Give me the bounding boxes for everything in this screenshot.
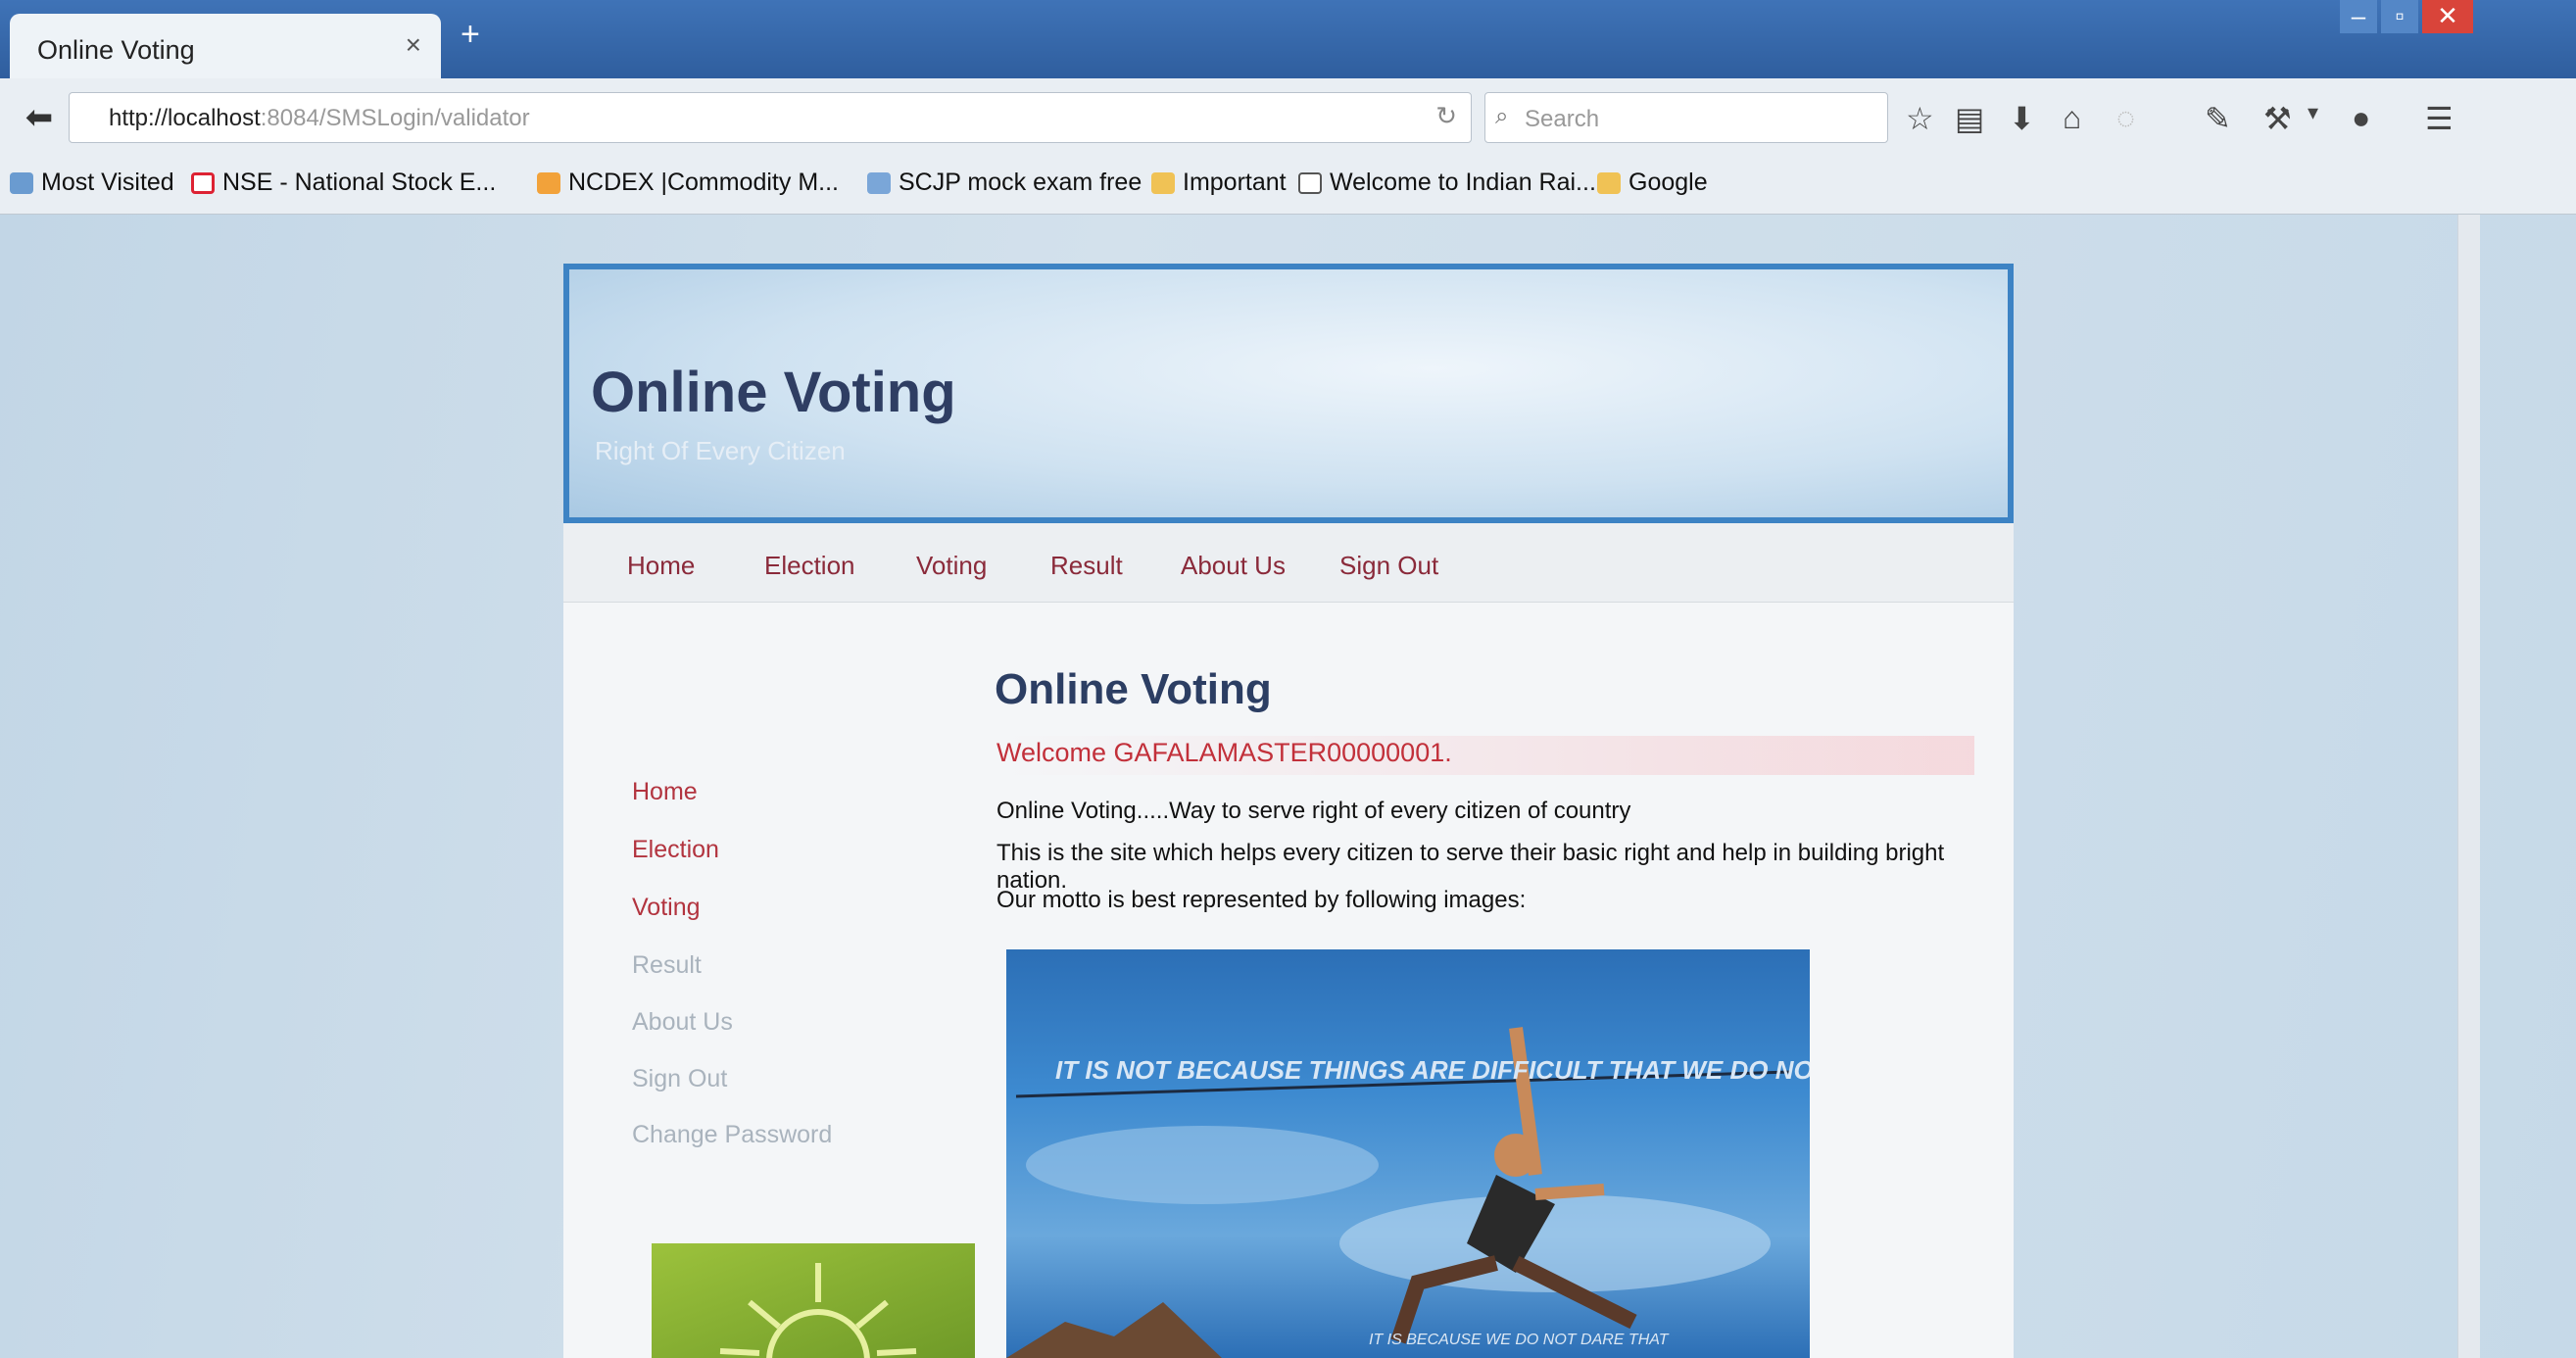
menu-result[interactable]: Result <box>1050 551 1123 581</box>
search-placeholder: Search <box>1525 106 1600 132</box>
bookmark-indian-rail[interactable]: Welcome to Indian Rai... <box>1298 169 1596 197</box>
menu-sign-out[interactable]: Sign Out <box>1339 551 1438 581</box>
emblem-image <box>652 1243 975 1358</box>
sidebar-item-result[interactable]: Result <box>632 951 702 980</box>
sidebar-item-change-password[interactable]: Change Password <box>632 1121 832 1149</box>
image-caption: IT IS NOT BECAUSE THINGS ARE DIFFICULT T… <box>1055 1055 1810 1085</box>
bookmark-google[interactable]: Google <box>1597 169 1708 197</box>
chevron-down-icon[interactable]: ▾ <box>2308 100 2318 125</box>
site-container: Online Voting Right Of Every Citizen Hom… <box>563 264 2014 1358</box>
menu-icon[interactable]: ☰ <box>2425 100 2454 137</box>
header-banner: Online Voting Right Of Every Citizen <box>563 264 2014 523</box>
welcome-message: Welcome GAFALAMASTER00000001. <box>996 738 1452 767</box>
top-menu: Home Election Voting Result About Us Sig… <box>563 523 2014 603</box>
chat-icon[interactable]: ● <box>2352 100 2370 136</box>
browser-titlebar: Online Voting × + – ▫ ✕ <box>0 0 2576 80</box>
addon-icon[interactable]: ✎ <box>2205 100 2231 137</box>
menu-election[interactable]: Election <box>764 551 855 581</box>
menu-voting[interactable]: Voting <box>916 551 987 581</box>
folder-icon <box>1597 172 1621 195</box>
bookmark-most-visited[interactable]: Most Visited <box>10 169 174 197</box>
bookmark-important[interactable]: Important <box>1151 169 1287 197</box>
pocket-icon[interactable]: ◌ <box>2116 100 2135 136</box>
sidebar-item-voting[interactable]: Voting <box>632 894 701 922</box>
url-bar[interactable]: http://localhost:8084/SMSLogin/validator… <box>69 92 1472 143</box>
nse-icon <box>191 172 215 195</box>
vertical-scrollbar[interactable] <box>2457 215 2480 1358</box>
sidebar-item-election[interactable]: Election <box>632 836 719 864</box>
page-icon <box>867 172 891 195</box>
tools-icon[interactable]: ⚒ <box>2263 100 2292 137</box>
download-icon[interactable]: ⬇ <box>2009 100 2035 137</box>
menu-about-us[interactable]: About Us <box>1181 551 1286 581</box>
sidebar-item-sign-out[interactable]: Sign Out <box>632 1065 727 1093</box>
image-caption-bottom: IT IS BECAUSE WE DO NOT DARE THAT <box>1369 1332 1669 1348</box>
bookmark-nse[interactable]: NSE - National Stock E... <box>191 169 496 197</box>
new-tab-button[interactable]: + <box>461 16 480 54</box>
content-title: Online Voting <box>995 665 1272 713</box>
close-window-button[interactable]: ✕ <box>2422 0 2473 33</box>
sun-emblem-icon <box>719 1263 917 1358</box>
folder-icon <box>1151 172 1175 195</box>
bookmark-star-icon[interactable]: ☆ <box>1906 100 1934 137</box>
tab-close-icon[interactable]: × <box>406 29 421 61</box>
site-tagline: Right Of Every Citizen <box>595 436 846 465</box>
intro-paragraph: Online Voting.....Way to serve right of … <box>996 798 1631 824</box>
url-text: http://localhost:8084/SMSLogin/validator <box>109 105 530 131</box>
page-viewport: Online Voting Right Of Every Citizen Hom… <box>0 215 2576 1358</box>
site-title: Online Voting <box>591 361 956 424</box>
bookmark-scjp[interactable]: SCJP mock exam free <box>867 169 1142 197</box>
sidebar-item-home[interactable]: Home <box>632 778 698 806</box>
bookmarks-toolbar: Most Visited NSE - National Stock E... N… <box>0 157 2576 215</box>
sidebar-item-about-us[interactable]: About Us <box>632 1008 733 1037</box>
jumping-man-illustration <box>1006 1027 1791 1358</box>
tab-title: Online Voting <box>37 35 195 65</box>
bookmarks-library-icon[interactable]: ▤ <box>1955 100 1984 137</box>
browser-tab[interactable]: Online Voting × <box>10 14 441 80</box>
search-icon: ⌕ <box>1495 103 1509 129</box>
search-input[interactable]: ⌕ Search <box>1484 92 1888 143</box>
rail-icon <box>1298 172 1322 195</box>
back-arrow-icon[interactable]: ⬅ <box>18 96 61 139</box>
maximize-button[interactable]: ▫ <box>2381 0 2418 33</box>
motto-paragraph: Our motto is best represented by followi… <box>996 887 1527 913</box>
reload-icon[interactable]: ↻ <box>1435 101 1457 131</box>
folder-icon <box>10 172 33 195</box>
home-icon[interactable]: ⌂ <box>2063 100 2081 136</box>
motto-image: IT IS NOT BECAUSE THINGS ARE DIFFICULT T… <box>1006 949 1810 1358</box>
bookmark-ncdex[interactable]: NCDEX |Commodity M... <box>537 169 839 197</box>
ncdex-icon <box>537 172 560 195</box>
browser-navbar: ⬅ http://localhost:8084/SMSLogin/validat… <box>0 78 2576 158</box>
minimize-button[interactable]: – <box>2340 0 2377 33</box>
menu-home[interactable]: Home <box>627 551 695 581</box>
